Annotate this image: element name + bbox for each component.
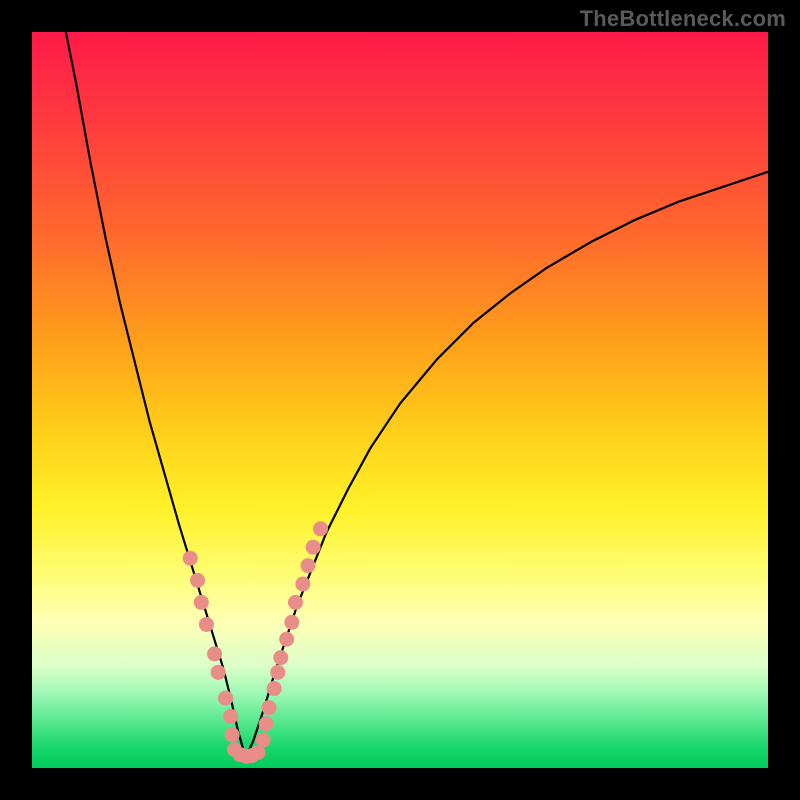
curve-right-branch	[245, 172, 768, 757]
bead-16	[261, 700, 276, 715]
bead-24	[301, 558, 316, 573]
bead-19	[273, 650, 288, 665]
bead-2	[194, 595, 209, 610]
bead-20	[279, 632, 294, 647]
bead-0	[183, 551, 198, 566]
watermark-text: TheBottleneck.com	[580, 6, 786, 32]
bead-21	[284, 615, 299, 630]
bead-17	[267, 681, 282, 696]
bead-7	[223, 709, 238, 724]
bead-23	[295, 577, 310, 592]
curve-layer	[66, 32, 768, 757]
bead-18	[270, 665, 285, 680]
bead-layer	[183, 521, 328, 763]
chart-frame: TheBottleneck.com	[0, 0, 800, 800]
bead-22	[288, 595, 303, 610]
bead-6	[218, 691, 233, 706]
curves-svg	[32, 32, 768, 768]
bead-4	[207, 646, 222, 661]
bead-1	[190, 573, 205, 588]
bead-25	[306, 540, 321, 555]
bead-5	[211, 665, 226, 680]
plot-area	[32, 32, 768, 768]
bead-14	[256, 733, 271, 748]
bead-15	[259, 716, 274, 731]
bead-26	[313, 521, 328, 536]
bead-3	[199, 617, 214, 632]
bead-8	[225, 727, 240, 742]
